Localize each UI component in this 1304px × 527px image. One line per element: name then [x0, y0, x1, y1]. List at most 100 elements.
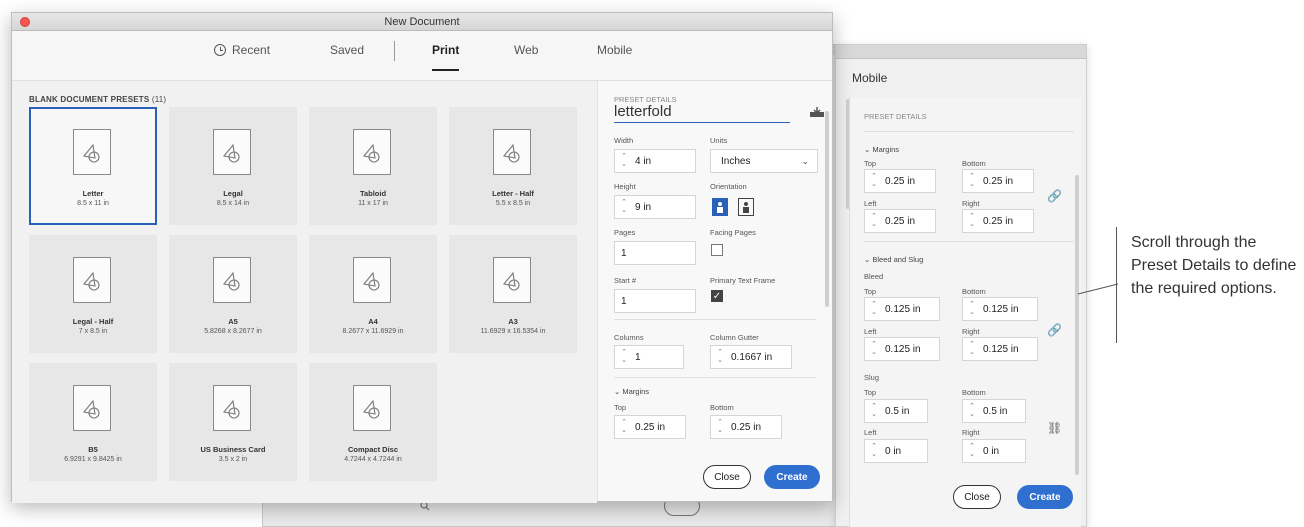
unlink-icon[interactable]: ⛓	[1047, 421, 1062, 435]
margin-bottom-field[interactable]: ⌃ ⌄ 0.25 in	[962, 169, 1034, 193]
preset-card[interactable]: Legal - Half 7 x 8.5 in	[29, 235, 157, 353]
stepper-icon[interactable]: ⌃ ⌄	[867, 440, 881, 462]
margin-bottom-field[interactable]: ⌃ ⌄ 0.25 in	[710, 415, 782, 439]
bleed-label: Bleed	[864, 272, 884, 281]
preset-card[interactable]: A4 8.2677 x 11.6929 in	[309, 235, 437, 353]
landscape-orientation-icon[interactable]	[738, 198, 754, 216]
preset-card[interactable]: Compact Disc 4.7244 x 4.7244 in	[309, 363, 437, 481]
bleed-top-field[interactable]: ⌃ ⌄ 0.125 in	[864, 297, 940, 321]
preset-card[interactable]: A3 11.6929 x 16.5354 in	[449, 235, 577, 353]
tab-recent[interactable]: Recent	[214, 43, 270, 57]
preset-card[interactable]: A5 5.8268 x 8.2677 in	[169, 235, 297, 353]
preset-card[interactable]: B5 6.9291 x 9.8425 in	[29, 363, 157, 481]
right-scrollbar[interactable]	[1075, 175, 1079, 475]
preset-name: Compact Disc	[347, 445, 398, 454]
create-button[interactable]: Create	[1017, 485, 1073, 509]
close-button[interactable]: Close	[953, 485, 1001, 509]
details-scrollbar[interactable]	[825, 111, 829, 307]
document-icon	[213, 257, 251, 303]
stepper-icon[interactable]: ⌃ ⌄	[965, 338, 979, 360]
tab-saved[interactable]: Saved	[330, 43, 364, 57]
margin-left-field[interactable]: ⌃ ⌄ 0.25 in	[864, 209, 936, 233]
column-gutter-field[interactable]: ⌃ ⌄ 0.1667 in	[710, 345, 792, 369]
create-button[interactable]: Create	[764, 465, 820, 489]
stepper-icon[interactable]: ⌃ ⌄	[867, 210, 881, 232]
primary-text-frame-checkbox[interactable]: ✓	[711, 290, 723, 302]
width-field[interactable]: ⌃ ⌄ 4 in	[614, 149, 696, 173]
margin-top-field[interactable]: ⌃ ⌄ 0.25 in	[614, 415, 686, 439]
pages-field[interactable]: 1	[614, 241, 696, 265]
document-icon	[353, 385, 391, 431]
slug-bottom-field[interactable]: ⌃ ⌄ 0.5 in	[962, 399, 1026, 423]
preset-name: Legal - Half	[72, 317, 114, 326]
margins-section-toggle[interactable]: ⌄ Margins	[614, 387, 649, 396]
tab-mobile[interactable]: Mobile	[597, 43, 632, 57]
save-preset-icon[interactable]	[810, 107, 824, 117]
document-icon	[353, 129, 391, 175]
stepper-icon[interactable]: ⌃ ⌄	[965, 298, 979, 320]
pages-label: Pages	[614, 228, 636, 237]
preset-card[interactable]: Letter 8.5 x 11 in	[29, 107, 157, 225]
preset-dimensions: 8.5 x 11 in	[77, 200, 109, 207]
preset-card[interactable]: US Business Card 3.5 x 2 in	[169, 363, 297, 481]
stepper-icon[interactable]: ⌃ ⌄	[713, 416, 727, 438]
bleed-slug-section-toggle[interactable]: ⌄ Bleed and Slug	[864, 255, 923, 264]
top-label: Top	[864, 159, 877, 168]
stepper-icon[interactable]: ⌃ ⌄	[713, 346, 727, 368]
margin-right-field[interactable]: ⌃ ⌄ 0.25 in	[962, 209, 1034, 233]
tab-recent-label: Recent	[232, 43, 271, 57]
close-button[interactable]: Close	[703, 465, 751, 489]
columns-field[interactable]: ⌃ ⌄ 1	[614, 345, 684, 369]
stepper-icon[interactable]: ⌃ ⌄	[867, 298, 881, 320]
stepper-icon[interactable]: ⌃ ⌄	[965, 400, 979, 422]
stepper-icon[interactable]: ⌃ ⌄	[867, 338, 881, 360]
bleed-top-label: Top	[864, 287, 877, 296]
slug-top-field[interactable]: ⌃ ⌄ 0.5 in	[864, 399, 928, 423]
margin-top-field[interactable]: ⌃ ⌄ 0.25 in	[864, 169, 936, 193]
height-field[interactable]: ⌃ ⌄ 9 in	[614, 195, 696, 219]
link-icon[interactable]: 🔗	[1047, 323, 1062, 337]
stepper-icon[interactable]: ⌃ ⌄	[617, 196, 631, 218]
margins-section-toggle[interactable]: ⌄ Margins	[864, 145, 899, 154]
margins-label: Margins	[622, 387, 650, 396]
preset-card[interactable]: Legal 8.5 x 14 in	[169, 107, 297, 225]
stepper-icon[interactable]: ⌃ ⌄	[867, 400, 881, 422]
link-icon[interactable]: 🔗	[1047, 189, 1062, 203]
stepper-icon[interactable]: ⌃ ⌄	[617, 416, 631, 438]
preset-card[interactable]: Tabloid 11 x 17 in	[309, 107, 437, 225]
stepper-icon[interactable]: ⌃ ⌄	[867, 170, 881, 192]
units-select[interactable]: Inches ⌄	[710, 149, 818, 173]
stepper-icon[interactable]: ⌃ ⌄	[965, 440, 979, 462]
facing-pages-checkbox[interactable]	[711, 244, 723, 256]
slug-label: Slug	[864, 373, 880, 382]
preset-card[interactable]: Letter - Half 5.5 x 8.5 in	[449, 107, 577, 225]
bleed-right-label: Right	[962, 327, 980, 336]
preset-dimensions: 7 x 8.5 in	[78, 328, 108, 335]
slug-bottom-label: Bottom	[962, 388, 986, 397]
start-page-value: 1	[621, 295, 627, 307]
window-title: New Document	[384, 16, 460, 28]
tab-print[interactable]: Print	[432, 43, 460, 71]
callout-bracket	[1116, 227, 1117, 343]
divider	[864, 241, 1074, 242]
slug-left-field[interactable]: ⌃ ⌄ 0 in	[864, 439, 928, 463]
stepper-icon[interactable]: ⌃ ⌄	[965, 210, 979, 232]
presets-heading-label: BLANK DOCUMENT PRESETS	[29, 95, 150, 104]
tab-mobile[interactable]: Mobile	[852, 71, 887, 85]
stepper-icon[interactable]: ⌃ ⌄	[617, 346, 631, 368]
bleed-left-field[interactable]: ⌃ ⌄ 0.125 in	[864, 337, 940, 361]
slug-right-field[interactable]: ⌃ ⌄ 0 in	[962, 439, 1026, 463]
preset-dimensions: 4.7244 x 4.7244 in	[344, 456, 402, 463]
start-page-field[interactable]: 1	[614, 289, 696, 313]
tab-web[interactable]: Web	[514, 43, 538, 57]
stepper-icon[interactable]: ⌃ ⌄	[617, 150, 631, 172]
bottom-label: Bottom	[710, 403, 734, 412]
portrait-orientation-icon[interactable]	[712, 198, 728, 216]
bleed-bottom-field[interactable]: ⌃ ⌄ 0.125 in	[962, 297, 1038, 321]
screenshot-stage: Mobile PRESET DETAILS ⌄ Margins Top ⌃ ⌄ 0.…	[0, 0, 1304, 527]
stepper-icon[interactable]: ⌃ ⌄	[965, 170, 979, 192]
margins-label: Margins	[872, 145, 900, 154]
preset-name: B5	[88, 445, 98, 454]
bleed-right-field[interactable]: ⌃ ⌄ 0.125 in	[962, 337, 1038, 361]
document-name-input[interactable]: letterfold	[614, 103, 790, 123]
